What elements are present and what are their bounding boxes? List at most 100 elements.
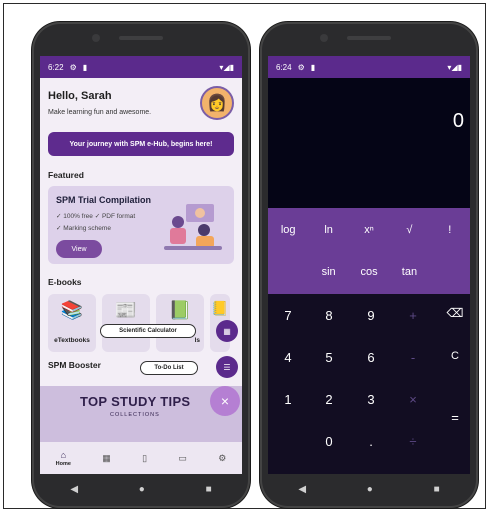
- key-decimal[interactable]: .: [356, 434, 386, 449]
- book-icon: 📗: [168, 300, 192, 320]
- key-1[interactable]: 1: [273, 392, 303, 407]
- trial-bullets: ✓ 100% free ✓ PDF format: [56, 213, 136, 220]
- key-9[interactable]: 9: [356, 308, 386, 323]
- ebook-etextbooks[interactable]: 📚 eTextbooks: [48, 294, 96, 352]
- greeting: Hello, Sarah: [48, 90, 112, 102]
- sin-button[interactable]: sin: [308, 266, 348, 278]
- nav-grid[interactable]: ▦: [102, 453, 111, 464]
- key-2[interactable]: 2: [314, 392, 344, 407]
- avatar-icon: 👩: [207, 95, 227, 112]
- key-equals[interactable]: =: [440, 410, 470, 425]
- tan-button[interactable]: tan: [389, 266, 429, 278]
- close-icon: ×: [220, 393, 230, 409]
- greeting-subtitle: Make learning fun and awesome.: [48, 109, 152, 116]
- cos-button[interactable]: cos: [349, 266, 389, 278]
- close-fab[interactable]: ×: [210, 386, 240, 416]
- nav-home-label: Home: [55, 460, 71, 467]
- trial-bullets-2: ✓ Marking scheme: [56, 225, 111, 232]
- status-bar: 6:22 ⚙ ▮ ▾◢▮: [40, 56, 242, 78]
- numpad: 7 8 9 + ⌫ 4 5 6 - C 1 2 3 × = 0 . ÷: [268, 294, 470, 474]
- sim-icon: ▮: [310, 62, 316, 72]
- ebooks-title: E-books: [48, 277, 82, 287]
- gear-icon: ⚙: [69, 62, 77, 72]
- study-illustration-icon: [164, 204, 222, 250]
- right-phone: 6:24 ⚙ ▮ ▾◢▮ 0 log ln xⁿ √ ! sin cos tan…: [260, 22, 478, 508]
- ebook-label: ls: [194, 337, 200, 344]
- ebook-3[interactable]: 📗 ls: [156, 294, 204, 352]
- scientific-calculator-tooltip[interactable]: Scientific Calculator: [100, 324, 196, 338]
- bottom-nav: ⌂ Home ▦ ▯ ▭ ⚙: [40, 442, 242, 474]
- key-clear[interactable]: C: [440, 350, 470, 362]
- nav-chat[interactable]: ▭: [178, 453, 187, 464]
- view-button[interactable]: View: [56, 240, 102, 258]
- key-divide[interactable]: ÷: [398, 434, 428, 449]
- sqrt-button[interactable]: √: [389, 224, 429, 236]
- recents-icon[interactable]: ■: [434, 484, 440, 495]
- back-icon[interactable]: ◀: [298, 484, 306, 495]
- grid-icon: ▦: [102, 452, 111, 463]
- calculator-screen: 6:24 ⚙ ▮ ▾◢▮ 0 log ln xⁿ √ ! sin cos tan…: [268, 56, 470, 474]
- ebooks-list: 📚 eTextbooks 📰 📗 ls 📒: [48, 294, 230, 352]
- trial-title: SPM Trial Compilation: [56, 195, 152, 205]
- key-minus[interactable]: -: [398, 350, 428, 365]
- sim-icon: ▮: [82, 62, 88, 72]
- nav-home[interactable]: ⌂ Home: [56, 450, 71, 467]
- ln-button[interactable]: ln: [308, 224, 348, 236]
- trial-card[interactable]: SPM Trial Compilation ✓ 100% free ✓ PDF …: [48, 186, 234, 264]
- ebook-label: eTextbooks: [54, 337, 90, 344]
- status-icons: ▾◢▮: [447, 62, 462, 72]
- key-5[interactable]: 5: [314, 350, 344, 365]
- system-nav-bar: ◀ ● ■: [40, 478, 242, 500]
- status-time: 6:22: [48, 62, 64, 72]
- left-phone: 6:22 ⚙ ▮ ▾◢▮ Hello, Sarah Make learning …: [32, 22, 250, 508]
- status-icons: ▾◢▮: [219, 62, 234, 72]
- speaker: [119, 36, 163, 40]
- nav-document[interactable]: ▯: [142, 453, 147, 464]
- speaker: [347, 36, 391, 40]
- chat-icon: ▭: [178, 452, 187, 463]
- key-6[interactable]: 6: [356, 350, 386, 365]
- backspace-icon[interactable]: ⌫: [440, 306, 470, 320]
- log-button[interactable]: log: [268, 224, 308, 236]
- todo-list-tooltip[interactable]: To-Do List: [140, 361, 198, 375]
- home-icon: ⌂: [60, 449, 67, 460]
- avatar[interactable]: 👩: [200, 86, 234, 120]
- settings-icon: ⚙: [218, 452, 227, 463]
- calculator-fab[interactable]: ▦: [216, 320, 238, 342]
- screenshot-frame: 6:22 ⚙ ▮ ▾◢▮ Hello, Sarah Make learning …: [3, 3, 486, 509]
- recents-icon[interactable]: ■: [206, 484, 212, 495]
- checklist-icon: ☰: [223, 362, 231, 372]
- document-icon: ▯: [142, 452, 148, 463]
- key-4[interactable]: 4: [273, 350, 303, 365]
- todo-fab[interactable]: ☰: [216, 356, 238, 378]
- camera: [92, 34, 100, 42]
- home-button-icon[interactable]: ●: [367, 484, 373, 495]
- calculator-display: 0: [268, 78, 470, 208]
- home-button-icon[interactable]: ●: [139, 484, 145, 495]
- display-value: 0: [452, 110, 464, 132]
- factorial-button[interactable]: !: [430, 224, 470, 236]
- banner-subtitle: COLLECTIONS: [110, 412, 160, 418]
- journey-button[interactable]: Your journey with SPM e-Hub, begins here…: [48, 132, 234, 156]
- books-icon: 📚: [60, 300, 84, 320]
- key-0[interactable]: 0: [314, 434, 344, 449]
- gear-icon: ⚙: [297, 62, 305, 72]
- power-button[interactable]: xⁿ: [349, 224, 389, 236]
- nav-settings[interactable]: ⚙: [218, 453, 226, 464]
- status-time: 6:24: [276, 62, 292, 72]
- camera: [320, 34, 328, 42]
- key-multiply[interactable]: ×: [398, 392, 428, 407]
- newspaper-icon: 📰: [114, 300, 138, 320]
- key-8[interactable]: 8: [314, 308, 344, 323]
- scientific-panel: log ln xⁿ √ ! sin cos tan: [268, 208, 470, 294]
- key-3[interactable]: 3: [356, 392, 386, 407]
- status-bar: 6:24 ⚙ ▮ ▾◢▮: [268, 56, 470, 78]
- key-plus[interactable]: +: [398, 308, 428, 323]
- system-nav-bar: ◀ ● ■: [268, 478, 470, 500]
- key-7[interactable]: 7: [273, 308, 303, 323]
- ebook-2[interactable]: 📰: [102, 294, 150, 352]
- notebook-icon: 📒: [211, 300, 229, 316]
- back-icon[interactable]: ◀: [70, 484, 78, 495]
